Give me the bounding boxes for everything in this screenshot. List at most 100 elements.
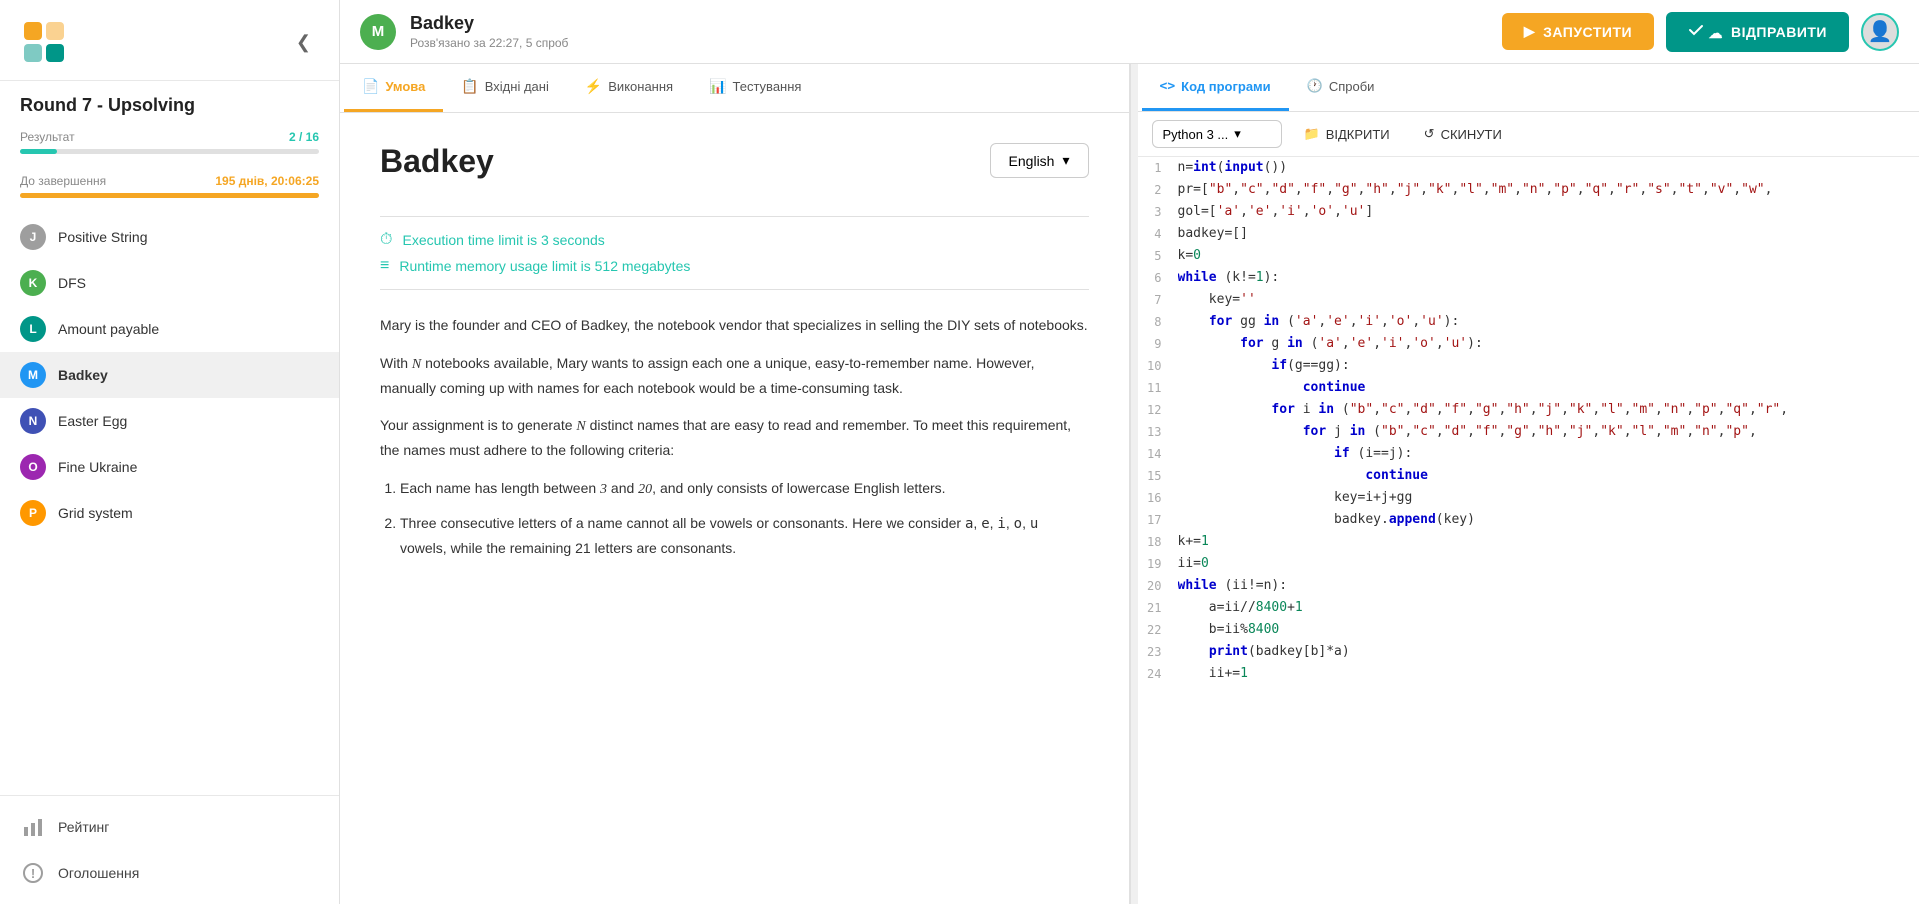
code-line: 13 for j in ("b","c","d","f","g","h","j"… — [1138, 421, 1919, 443]
collapse-sidebar-button[interactable]: ❮ — [288, 28, 319, 57]
line-code: while (k!=1): — [1178, 267, 1919, 289]
result-progress-fill — [20, 149, 57, 154]
line-code: for gg in ('a','e','i','o','u'): — [1178, 311, 1919, 333]
result-stat: Результат 2 / 16 — [0, 122, 339, 166]
reset-label: СКИНУТИ — [1441, 127, 1502, 142]
code-line: 12 for i in ("b","c","d","f","g","h","j"… — [1138, 399, 1919, 421]
deadline-progress-fill — [20, 193, 319, 198]
code-line: 11 continue — [1138, 377, 1919, 399]
open-file-button[interactable]: 📁 ВІДКРИТИ — [1292, 121, 1402, 147]
line-number: 6 — [1138, 267, 1178, 289]
tab-input[interactable]: 📋 Вхідні дані — [443, 64, 567, 112]
line-number: 8 — [1138, 311, 1178, 333]
tab-umova[interactable]: 📄 Умова — [344, 64, 443, 112]
tab-attempts[interactable]: 🕐 Спроби — [1289, 64, 1393, 111]
line-number: 22 — [1138, 619, 1178, 641]
criteria-list: Each name has length between 3 and 20, a… — [380, 477, 1089, 560]
line-number: 21 — [1138, 597, 1178, 619]
line-number: 19 — [1138, 553, 1178, 575]
line-code: if(g==gg): — [1178, 355, 1919, 377]
line-number: 10 — [1138, 355, 1178, 377]
sidebar-item-rating[interactable]: Рейтинг — [0, 804, 339, 850]
problem-header-text: Badkey Розв'язано за 22:27, 5 спроб — [410, 13, 568, 50]
execution-icon: ⚡ — [585, 78, 602, 95]
line-code: continue — [1178, 377, 1919, 399]
language-selector[interactable]: English ▾ — [990, 143, 1089, 178]
code-line: 2pr=["b","c","d","f","g","h","j","k","l"… — [1138, 179, 1919, 201]
scroll-divider — [1130, 64, 1138, 904]
sidebar-item-easter-egg[interactable]: N Easter Egg — [0, 398, 339, 444]
submit-icon: ☁ — [1688, 22, 1723, 42]
sidebar-item-amount-payable[interactable]: L Amount payable — [0, 306, 339, 352]
open-label: ВІДКРИТИ — [1326, 127, 1390, 142]
code-line: 20while (ii!=n): — [1138, 575, 1919, 597]
announcements-label: Оголошення — [58, 865, 139, 881]
submit-label: ВІДПРАВИТИ — [1731, 24, 1827, 40]
memory-icon: ≡ — [380, 257, 389, 275]
sidebar-item-fine-ukraine[interactable]: O Fine Ukraine — [0, 444, 339, 490]
sidebar-item-grid-system[interactable]: P Grid system — [0, 490, 339, 536]
line-code: gol=['a','e','i','o','u'] — [1178, 201, 1919, 223]
run-icon: ▶ — [1524, 23, 1535, 40]
tab-code[interactable]: <> Код програми — [1142, 64, 1289, 111]
criterion-1: Each name has length between 3 and 20, a… — [400, 477, 1089, 502]
sidebar-item-positive-string[interactable]: J Positive String — [0, 214, 339, 260]
tab-execution-label: Виконання — [608, 79, 673, 94]
line-number: 3 — [1138, 201, 1178, 223]
main-area: M Badkey Розв'язано за 22:27, 5 спроб ▶ … — [340, 0, 1919, 904]
line-code: for i in ("b","c","d","f","g","h","j","k… — [1178, 399, 1919, 421]
line-code: k=0 — [1178, 245, 1919, 267]
line-code: print(badkey[b]*a) — [1178, 641, 1919, 663]
line-number: 12 — [1138, 399, 1178, 421]
problem-meta: Розв'язано за 22:27, 5 спроб — [410, 36, 568, 50]
sidebar-item-announcements[interactable]: ! Оголошення — [0, 850, 339, 896]
code-line: 5k=0 — [1138, 245, 1919, 267]
line-number: 17 — [1138, 509, 1178, 531]
sidebar-item-dfs[interactable]: K DFS — [0, 260, 339, 306]
content-area: 📄 Умова 📋 Вхідні дані ⚡ Виконання 📊 Тест… — [340, 64, 1919, 904]
line-number: 1 — [1138, 157, 1178, 179]
chevron-down-icon: ▾ — [1062, 152, 1069, 169]
line-code: k+=1 — [1178, 531, 1919, 553]
line-code: key='' — [1178, 289, 1919, 311]
line-code: n=int(input()) — [1178, 157, 1919, 179]
code-editor[interactable]: 1n=int(input())2pr=["b","c","d","f","g",… — [1138, 157, 1919, 904]
tab-umova-label: Умова — [385, 79, 425, 94]
line-code: key=i+j+gg — [1178, 487, 1919, 509]
line-number: 15 — [1138, 465, 1178, 487]
folder-icon: 📁 — [1304, 126, 1320, 142]
line-number: 16 — [1138, 487, 1178, 509]
testing-icon: 📊 — [709, 78, 726, 95]
dropdown-chevron-icon: ▾ — [1234, 126, 1241, 142]
memory-limit-text: Runtime memory usage limit is 512 megaby… — [399, 258, 690, 274]
line-number: 13 — [1138, 421, 1178, 443]
top-bar-actions: ▶ ЗАПУСТИТИ ☁ ВІДПРАВИТИ 👤 — [1502, 12, 1899, 52]
nav-label-positive-string: Positive String — [58, 229, 147, 245]
user-avatar[interactable]: 👤 — [1861, 13, 1899, 51]
code-line: 18k+=1 — [1138, 531, 1919, 553]
memory-limit: ≡ Runtime memory usage limit is 512 mega… — [380, 257, 1089, 275]
line-code: b=ii%8400 — [1178, 619, 1919, 641]
code-icon: <> — [1160, 79, 1176, 94]
attempts-icon: 🕐 — [1307, 78, 1323, 94]
code-line: 16 key=i+j+gg — [1138, 487, 1919, 509]
line-number: 4 — [1138, 223, 1178, 245]
line-number: 24 — [1138, 663, 1178, 685]
code-line: 24 ii+=1 — [1138, 663, 1919, 685]
tab-execution[interactable]: ⚡ Виконання — [567, 64, 691, 112]
reset-button[interactable]: ↺ СКИНУТИ — [1412, 121, 1514, 147]
line-code: badkey.append(key) — [1178, 509, 1919, 531]
math-20: 20 — [638, 482, 652, 497]
line-number: 23 — [1138, 641, 1178, 663]
submit-button[interactable]: ☁ ВІДПРАВИТИ — [1666, 12, 1849, 52]
code-line: 17 badkey.append(key) — [1138, 509, 1919, 531]
rating-icon — [20, 814, 46, 840]
problem-title: Badkey — [410, 13, 568, 34]
run-button[interactable]: ▶ ЗАПУСТИТИ — [1502, 13, 1654, 50]
code-line: 7 key='' — [1138, 289, 1919, 311]
sidebar: ❮ Round 7 - Upsolving Результат 2 / 16 Д… — [0, 0, 340, 904]
announcements-icon: ! — [20, 860, 46, 886]
language-dropdown[interactable]: Python 3 ... ▾ — [1152, 120, 1282, 148]
sidebar-item-badkey[interactable]: M Badkey — [0, 352, 339, 398]
tab-testing[interactable]: 📊 Тестування — [691, 64, 819, 112]
